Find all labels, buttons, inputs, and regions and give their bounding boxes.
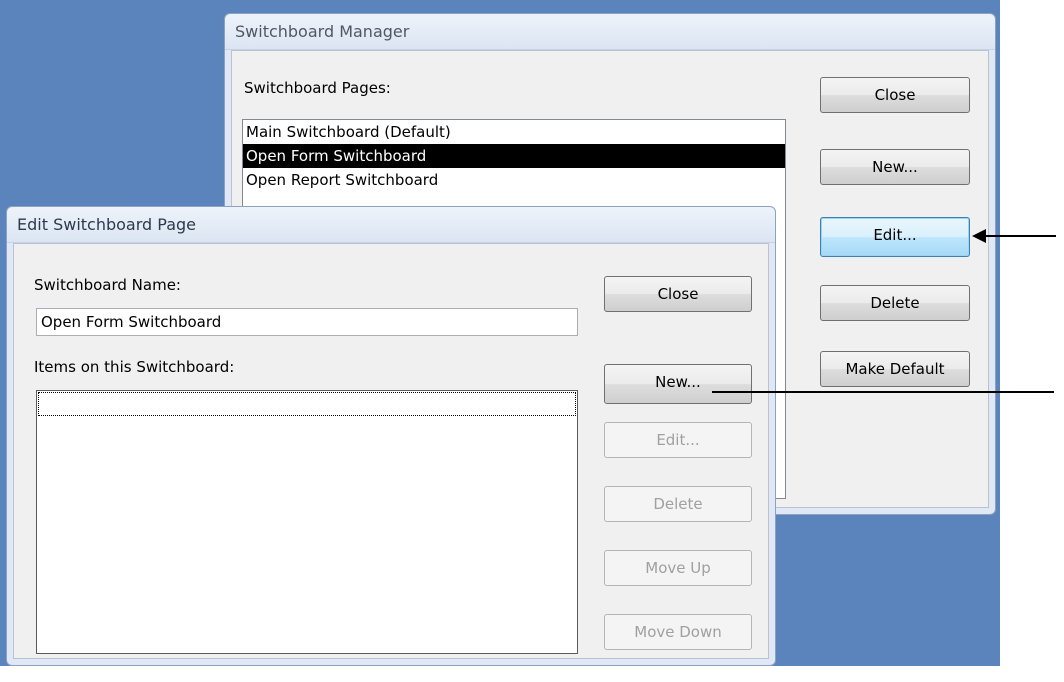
list-item-label: Main Switchboard (Default): [246, 123, 451, 141]
edit-switchboard-page-body: Switchboard Name: Open Form Switchboard …: [13, 243, 769, 659]
move-down-button[interactable]: Move Down: [604, 614, 752, 650]
switchboard-pages-label: Switchboard Pages:: [244, 79, 391, 97]
edit-switchboard-page-title: Edit Switchboard Page: [7, 207, 775, 243]
manager-new-button[interactable]: New...: [820, 149, 970, 185]
manager-edit-button[interactable]: Edit...: [820, 217, 970, 257]
list-item-label: Open Report Switchboard: [246, 171, 439, 189]
edit-switchboard-page-dialog: Edit Switchboard Page Switchboard Name: …: [6, 206, 776, 666]
arrow-line: [984, 235, 1056, 237]
switchboard-manager-title: Switchboard Manager: [225, 14, 995, 50]
edit-close-button[interactable]: Close: [604, 276, 752, 312]
switchboard-items-list[interactable]: [36, 390, 578, 654]
edit-new-button[interactable]: New...: [604, 364, 752, 404]
list-item[interactable]: Main Switchboard (Default): [243, 120, 785, 144]
list-item[interactable]: Open Report Switchboard: [243, 168, 785, 192]
pointer-line: [712, 391, 1054, 393]
manager-delete-button[interactable]: Delete: [820, 285, 970, 321]
switchboard-name-label: Switchboard Name:: [34, 276, 181, 294]
switchboard-name-field[interactable]: Open Form Switchboard: [36, 308, 578, 336]
make-default-button[interactable]: Make Default: [820, 351, 970, 387]
manager-close-button[interactable]: Close: [820, 77, 970, 113]
list-item-label: Open Form Switchboard: [246, 147, 427, 165]
edit-delete-button[interactable]: Delete: [604, 486, 752, 522]
edit-item-button[interactable]: Edit...: [604, 422, 752, 458]
items-on-switchboard-label: Items on this Switchboard:: [34, 358, 235, 376]
list-item-selected[interactable]: Open Form Switchboard: [243, 144, 785, 168]
move-up-button[interactable]: Move Up: [604, 550, 752, 586]
margin-strip: [0, 666, 1064, 682]
list-item-focus[interactable]: [38, 392, 576, 416]
